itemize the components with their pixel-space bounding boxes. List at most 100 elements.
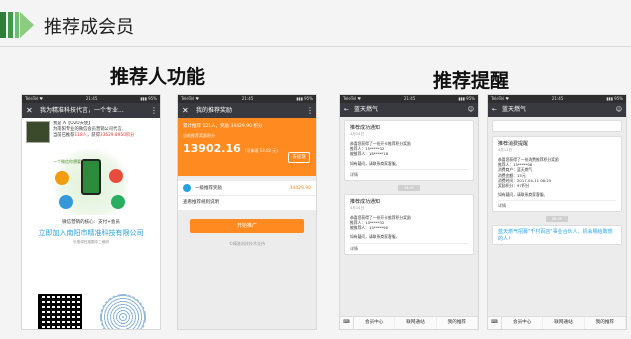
more-icon[interactable]: ⋮ [150, 103, 158, 118]
card-detail-link[interactable]: 详情 [350, 168, 468, 178]
article-card[interactable]: 蓝天燃气招募"千村百店"事业合伙人，机会赐给敢想的人！ [492, 225, 622, 246]
phone-screen-referral-page: TeleTel ♥ 21:45 ▮▮▮ 95% ✕ 我为精准科技代言，一个专业.… [21, 94, 161, 330]
header-accent-bar [15, 12, 19, 38]
status-carrier: TeleTel ♥ [491, 96, 509, 101]
status-bar: TeleTel ♥ 21:45 ▮▮▮ 95% [340, 95, 478, 103]
avatar [26, 121, 50, 143]
intro-text: ，获得 [86, 133, 100, 139]
qr-code[interactable] [38, 294, 82, 329]
cart-icon [109, 169, 123, 183]
card-title: 推荐消费提醒 [498, 141, 529, 147]
card-title: 推荐成功通知 [350, 125, 381, 131]
menu-member-center[interactable]: 会员中心 [354, 317, 396, 329]
card-detail-link[interactable]: 详情 [350, 242, 468, 252]
message-list: 推荐成功通知 4月14日 恭喜您获得了一份开卡推荐积分奖励 推荐人：15****… [340, 117, 478, 313]
article-title: 蓝天燃气招募"千村百店"事业合伙人，机会赐给敢想的人！ [498, 229, 613, 242]
card-date: 4月14日 [350, 132, 365, 136]
row-value: 34429.90 [289, 185, 311, 191]
notification-card[interactable]: 推荐成功通知 4月14日 恭喜您获得了一份开卡推荐积分奖励 推荐人：15****… [344, 193, 474, 255]
header-divider [0, 46, 631, 47]
start-promotion-button[interactable]: 开始推广 [190, 219, 304, 233]
summary-text: 积分 [253, 124, 263, 129]
section-title-reminder: 推荐提醒 [433, 70, 510, 92]
card-line: 如有疑问，请联系商家客服。 [350, 234, 400, 240]
promo-graphic: 一个微信你想要的都能找到 [49, 149, 133, 215]
header-arrow-icon [20, 12, 34, 38]
rules-row[interactable]: 查看推荐规则说明 [178, 196, 316, 210]
card-detail-link[interactable]: 详情 [498, 200, 616, 209]
rewards-summary-panel: 累计推荐 121人，奖励 34429.90 积分 当前推荐奖励积分 13902.… [178, 118, 316, 176]
nav-title: 我为精准科技代言，一个专业... [40, 107, 124, 114]
time-chip: 14:02 [398, 184, 420, 191]
header-accent-bar [0, 12, 6, 38]
more-icon[interactable]: ⋮ [306, 103, 314, 118]
status-battery: ▮▮▮ 95% [606, 96, 623, 101]
page-body: 我是 A【O2O天使】 为南阳专业的微信会员营销公司代言, 当前已推荐118人，… [22, 118, 160, 329]
intro-line: 当前已推荐118人，获得33629.8950积分 [53, 133, 134, 139]
pay-icon [111, 195, 125, 209]
status-carrier: TeleTel ♥ [181, 96, 199, 101]
menu-member-center[interactable]: 会员中心 [502, 317, 544, 329]
status-time: 21:45 [551, 96, 564, 101]
section-title-referrer: 推荐人功能 [110, 66, 206, 88]
amount-value: 13902.16 [183, 142, 241, 155]
caption: 微信营销的核心：支付+会员 [62, 220, 120, 225]
phone-screen-consumption-notice: TeleTel ♥ 21:45 ▮▮▮ 95% ← 蓝天燃气 ☺ 推荐消费提醒 … [487, 94, 627, 330]
nav-title: 我的推荐奖励 [196, 107, 233, 114]
status-battery: ▮▮▮ 95% [140, 96, 157, 101]
level1-reward-row[interactable]: 一级推荐奖励 34429.90 [178, 181, 316, 195]
qr-hint: 长按或扫描图中二维码 [73, 240, 109, 244]
bottom-menu: ⌨ 会员中心 联网通站 我的推荐 [340, 316, 478, 329]
intro-text: 当前已推荐 [53, 133, 75, 139]
card-date: 4月14日 [350, 205, 365, 210]
referral-points: 33629.8950积分 [99, 133, 135, 139]
referral-count: 118人 [74, 133, 87, 139]
card-line: 被推荐人：18*****18 [350, 151, 389, 157]
status-battery: ▮▮▮ 95% [458, 96, 475, 101]
summary-text: 人，奖励 [211, 124, 230, 129]
join-link[interactable]: 立即加入南阳市精准科技有限公司 [26, 228, 156, 238]
status-battery: ▮▮▮ 95% [296, 96, 313, 101]
nav-title: 蓝天燃气 [354, 106, 379, 113]
user-icon[interactable]: ☺ [466, 103, 474, 117]
close-icon[interactable]: ✕ [182, 103, 192, 118]
menu-network-station[interactable]: 联网通站 [395, 317, 437, 329]
fingerprint-icon[interactable] [100, 294, 146, 329]
time-chip: 08:25 [546, 216, 568, 223]
status-bar: TeleTel ♥ 21:45 ▮▮▮ 95% [488, 95, 626, 103]
summary-text: 累计推荐 [183, 124, 201, 129]
referral-count: 121 [202, 124, 212, 129]
notification-card[interactable]: 推荐成功通知 4月14日 恭喜您获得了一份开卡推荐积分奖励 推荐人：15****… [344, 120, 474, 181]
keyboard-icon[interactable]: ⌨ [340, 317, 354, 329]
withdrawable-amount: (可体现 13.02 元) [244, 148, 278, 153]
status-carrier: TeleTel ♥ [25, 96, 43, 101]
bottom-menu: ⌨ 会员中心 联网通站 我的推荐 [488, 316, 626, 329]
status-time: 21:45 [85, 96, 98, 101]
total-referrals-line: 累计推荐 121人，奖励 34429.90 积分 [183, 123, 311, 129]
menu-my-referrals[interactable]: 我的推荐 [437, 317, 478, 329]
back-arrow-icon[interactable]: ← [344, 103, 354, 117]
menu-network-station[interactable]: 联网通站 [543, 317, 585, 329]
withdraw-button[interactable]: 去提现 [288, 152, 310, 163]
nav-bar: ✕ 我为精准科技代言，一个专业... ⋮ [22, 103, 160, 118]
message-list: 推荐消费提醒 4月11日 恭喜您获得了一份消费推荐积分奖励 推荐人：15****… [488, 117, 626, 313]
close-icon[interactable]: ✕ [26, 103, 36, 118]
card-line: 奖励积分：97积分 [498, 183, 530, 189]
phone-icon [81, 159, 101, 195]
shop-icon [55, 171, 69, 185]
card-date: 4月11日 [498, 148, 513, 152]
reward-badge-icon [183, 184, 191, 192]
user-icon[interactable]: ☺ [614, 103, 622, 117]
nav-bar: ← 蓝天燃气 ☺ [488, 103, 626, 117]
keyboard-icon[interactable]: ⌨ [488, 317, 502, 329]
nav-title: 蓝天燃气 [502, 106, 527, 113]
status-bar: TeleTel ♥ 21:45 ▮▮▮ 95% [22, 95, 160, 103]
row-label: 一级推荐奖励 [195, 186, 222, 191]
status-bar: TeleTel ♥ 21:45 ▮▮▮ 95% [178, 95, 316, 103]
menu-my-referrals[interactable]: 我的推荐 [585, 317, 626, 329]
footer-credit: ©精准科技技术支持 [229, 241, 265, 246]
notification-card[interactable]: 推荐消费提醒 4月11日 恭喜您获得了一份消费推荐积分奖励 推荐人：15****… [492, 136, 622, 213]
card-line: 如有疑问，请联系商家客服。 [350, 160, 400, 166]
current-reward-label: 当前推荐奖励积分 [183, 133, 215, 138]
back-arrow-icon[interactable]: ← [492, 103, 502, 117]
